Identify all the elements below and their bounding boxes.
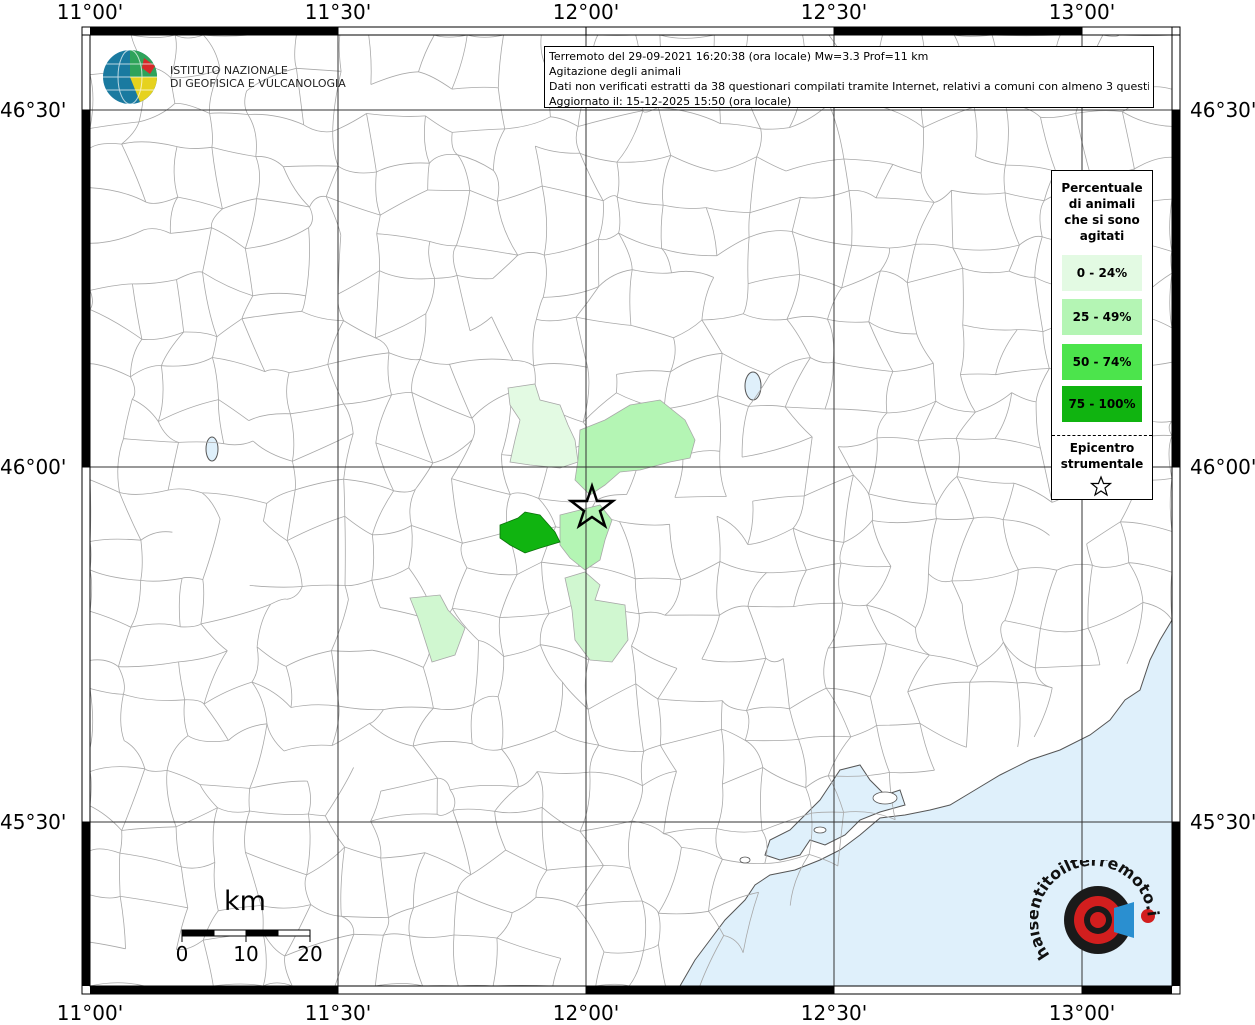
right-tick-label: 45°30' [1190,810,1255,834]
legend: Percentuale di animali che si sono agita… [1051,170,1153,500]
top-tick-label: 11°30' [305,0,371,24]
data-note: Dati non verificati estratti da 38 quest… [549,79,1149,94]
bottom-tick-label: 13°00' [1049,1001,1115,1025]
top-tick-label: 12°30' [801,0,867,24]
legend-item-0-24: 0 - 24% [1062,255,1142,291]
bottom-tick-label: 12°00' [553,1001,619,1025]
legend-epicenter-line: strumentale [1052,456,1152,472]
bottom-tick-label: 11°00' [57,1001,123,1025]
legend-epicenter-line: Epicentro [1052,440,1152,456]
legend-title-line: Percentuale [1052,180,1152,196]
ingv-logo-line1: ISTITUTO NAZIONALE [170,64,346,77]
bottom-tick-label: 12°30' [801,1001,867,1025]
bottom-tick-label: 11°30' [305,1001,371,1025]
scale-label: 0 [176,942,189,966]
legend-item-25-49: 25 - 49% [1062,299,1142,335]
ingv-logo-text: ISTITUTO NAZIONALE DI GEOFISICA E VULCAN… [170,64,346,90]
legend-title: Percentuale di animali che si sono agita… [1052,180,1152,244]
legend-item-75-100: 75 - 100% [1062,386,1142,422]
map-subject: Agitazione degli animali [549,64,1149,79]
scale-unit: km [224,886,266,917]
scale-label: 10 [233,942,258,966]
event-info-box: Terremoto del 29-09-2021 16:20:38 (ora l… [544,46,1154,108]
ingv-logo-line2: DI GEOFISICA E VULCANOLOGIA [170,77,346,90]
top-tick-label: 12°00' [553,0,619,24]
update-time: Aggiornato il: 15-12-2025 15:50 (ora loc… [549,94,1149,109]
left-tick-label: 46°30' [0,98,66,122]
speaker-target-icon: haisentitoilterremoto.it [1030,860,1170,980]
legend-item-50-74: 50 - 74% [1062,344,1142,380]
legend-epicenter-title: Epicentro strumentale [1052,440,1152,472]
legend-title-line: agitati [1052,228,1152,244]
event-title: Terremoto del 29-09-2021 16:20:38 (ora l… [549,49,1149,64]
scale-label: 20 [297,942,322,966]
legend-divider [1052,435,1152,436]
legend-title-line: che si sono [1052,212,1152,228]
left-tick-label: 46°00' [0,455,66,479]
top-tick-label: 11°00' [57,0,123,24]
legend-title-line: di animali [1052,196,1152,212]
top-tick-label: 13°00' [1049,0,1115,24]
right-tick-label: 46°30' [1190,98,1255,122]
lake-north [745,372,761,400]
right-tick-label: 46°00' [1190,455,1255,479]
lake-west [206,437,218,461]
left-tick-label: 45°30' [0,810,66,834]
star-icon [1090,475,1112,497]
